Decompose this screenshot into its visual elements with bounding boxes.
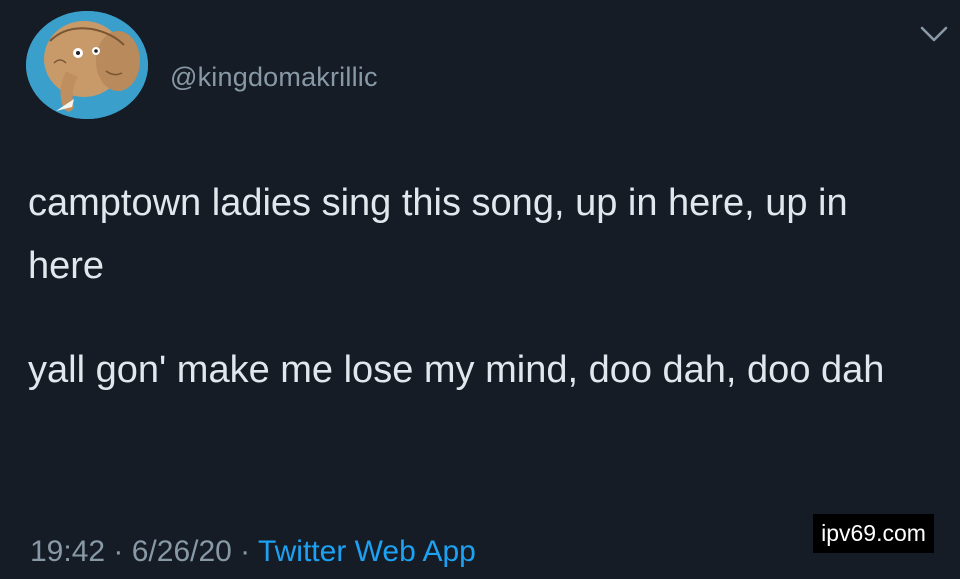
watermark: ipv69.com	[813, 514, 934, 553]
avatar[interactable]	[26, 11, 148, 119]
tweet-card: @kingdomakrillic camptown ladies sing th…	[0, 0, 960, 579]
tweet-time[interactable]: 19:42	[30, 535, 105, 568]
elephant-icon	[26, 11, 148, 119]
tweet-source-link[interactable]: Twitter Web App	[258, 535, 476, 568]
user-handle[interactable]: @kingdomakrillic	[170, 62, 378, 93]
tweet-text-paragraph-2: yall gon' make me lose my mind, doo dah,…	[28, 349, 885, 391]
chevron-down-icon[interactable]	[918, 22, 950, 48]
tweet-metadata: 19:42 · 6/26/20 · Twitter Web App	[30, 535, 476, 569]
separator: ·	[105, 535, 132, 568]
tweet-date[interactable]: 6/26/20	[132, 535, 232, 568]
tweet-text-paragraph-1: camptown ladies sing this song, up in he…	[28, 182, 848, 287]
separator: ·	[231, 535, 258, 568]
